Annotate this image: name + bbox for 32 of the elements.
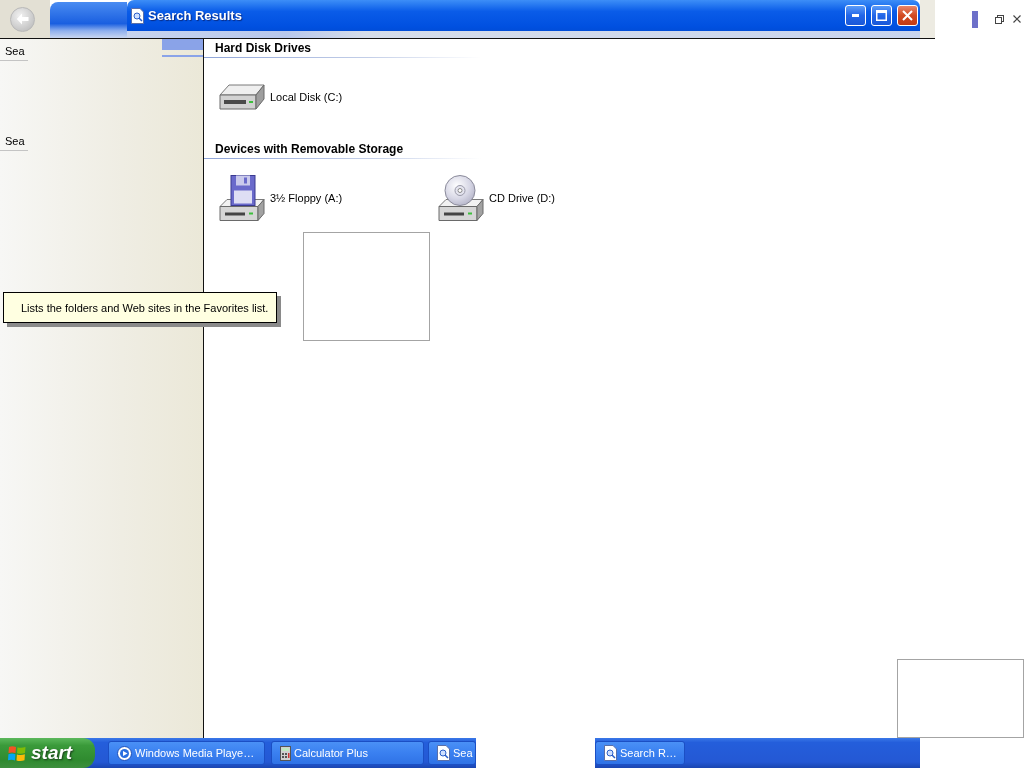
close-icon[interactable] bbox=[1013, 15, 1021, 23]
drive-label[interactable]: CD Drive (D:) bbox=[489, 192, 555, 204]
minimize-button[interactable] bbox=[845, 5, 866, 26]
search-document-icon bbox=[604, 745, 617, 761]
taskbar-button[interactable]: Calculator Plus bbox=[271, 741, 424, 765]
pane-label: Sea bbox=[0, 135, 28, 151]
close-icon bbox=[902, 10, 913, 21]
taskbar-button[interactable]: Sea bbox=[428, 741, 476, 765]
calculator-icon bbox=[280, 745, 291, 761]
windows-logo-icon bbox=[8, 744, 26, 762]
search-document-icon bbox=[437, 745, 450, 761]
window-frame bbox=[920, 0, 935, 38]
cd-drive-icon[interactable] bbox=[438, 175, 484, 221]
drive-label[interactable]: 3½ Floppy (A:) bbox=[270, 192, 343, 204]
pane-fragment bbox=[162, 39, 203, 57]
hard-disk-icon[interactable] bbox=[219, 84, 265, 110]
close-button[interactable] bbox=[897, 5, 918, 26]
start-button[interactable]: start bbox=[0, 738, 95, 768]
media-player-icon bbox=[117, 745, 132, 761]
pane-label: Sea bbox=[0, 45, 28, 61]
drive-label[interactable]: Local Disk (C:) bbox=[270, 91, 343, 103]
taskbar-button[interactable]: Windows Media Playe… bbox=[108, 741, 265, 765]
window-fragment bbox=[972, 10, 978, 28]
back-arrow-icon bbox=[16, 13, 29, 25]
minimize-icon bbox=[852, 14, 859, 17]
floppy-drive-icon[interactable] bbox=[219, 175, 265, 221]
maximize-button[interactable] bbox=[871, 5, 892, 26]
taskbar-button[interactable]: Search R… bbox=[595, 741, 685, 765]
search-document-icon bbox=[131, 7, 144, 24]
maximize-icon bbox=[876, 10, 887, 21]
restore-icon[interactable] bbox=[995, 14, 1004, 24]
window-title: Search Results bbox=[148, 8, 242, 23]
